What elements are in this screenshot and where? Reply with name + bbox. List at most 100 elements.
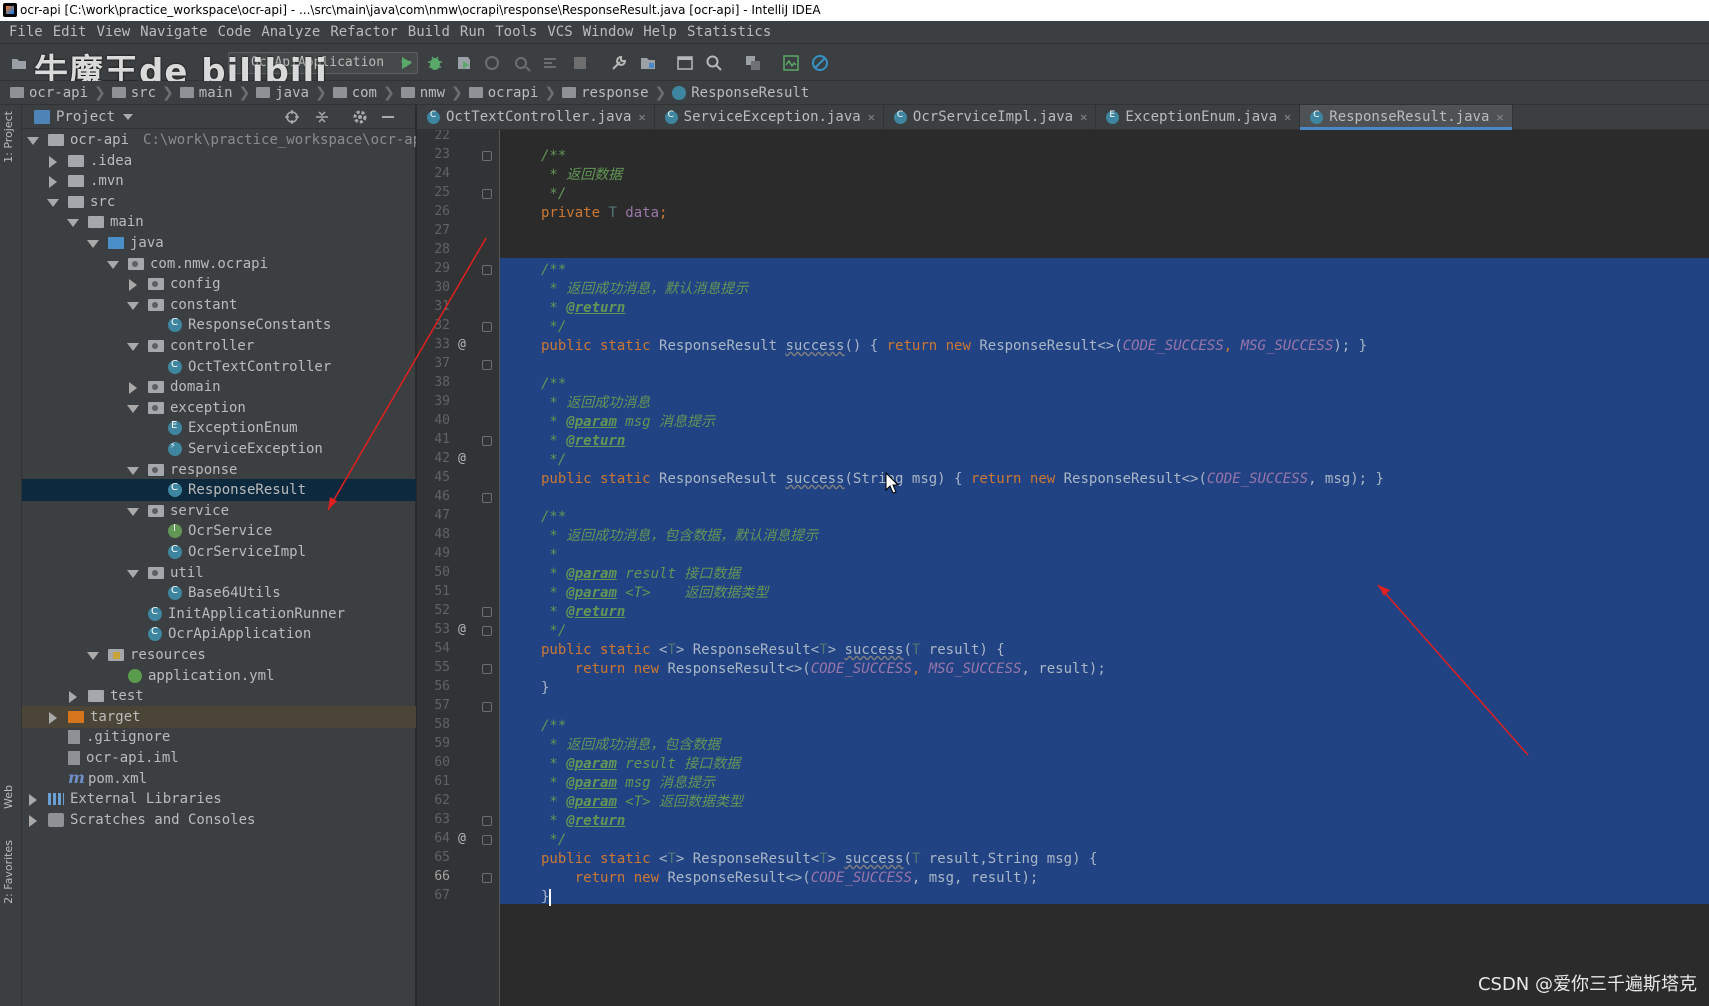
tree-item[interactable]: response [22,459,416,481]
tree-item[interactable]: OcrApiApplication [22,623,416,645]
tree-item[interactable]: OctTextController [22,356,416,378]
tree-item[interactable]: application.yml [22,665,416,687]
chevron-down-icon[interactable] [26,134,39,146]
tree-item[interactable]: resources [22,644,416,666]
close-icon[interactable]: ✕ [868,110,875,124]
code-editor[interactable]: 22 23 24 25 26 27 28 29 30 31 32 33 @37 38 39 40 41 42 @45… [417,130,1709,1006]
fold-marker-icon[interactable] [482,702,492,712]
fold-marker-icon[interactable] [482,493,492,503]
tree-item[interactable]: ServiceException [22,438,416,460]
chevron-right-icon[interactable] [46,711,58,724]
menu-view[interactable]: View [91,24,135,40]
chevron-right-icon[interactable] [26,814,38,827]
tree-item[interactable]: java [22,232,416,254]
close-icon[interactable]: ✕ [1080,110,1087,124]
override-marker-icon[interactable]: @ [458,622,466,637]
tree-item[interactable]: ExceptionEnum [22,417,416,439]
minimize-icon[interactable] [380,109,396,125]
stop-icon[interactable] [571,54,589,72]
breadcrumb-item[interactable]: main [179,85,233,101]
tree-item[interactable]: External Libraries [22,788,416,810]
tree-item[interactable]: exception [22,397,416,419]
chevron-down-icon[interactable] [126,567,139,579]
tree-item[interactable]: main [22,211,416,233]
breadcrumb-item[interactable]: response [562,85,649,101]
menu-navigate[interactable]: Navigate [135,24,212,40]
chevron-right-icon[interactable] [66,690,78,704]
tree-item[interactable]: src [22,191,416,213]
menu-vcs[interactable]: VCS [542,24,577,40]
profile-icon[interactable] [484,54,502,72]
breadcrumb-item[interactable]: nmw [400,85,445,101]
tree-item[interactable]: OcrServiceImpl [22,541,416,563]
fold-marker-icon[interactable] [482,189,492,199]
breadcrumb-item[interactable]: java [256,85,309,101]
terminal-icon[interactable] [676,54,694,72]
collapse-all-icon[interactable] [314,109,330,125]
chevron-down-icon[interactable] [123,113,134,120]
menu-code[interactable]: Code [213,24,257,40]
tree-item[interactable]: .mvn [22,170,416,192]
statistic-icon[interactable] [782,54,800,72]
fold-marker-icon[interactable] [482,835,492,845]
chevron-down-icon[interactable] [126,299,139,311]
fold-marker-icon[interactable] [482,322,492,332]
chevron-down-icon[interactable] [86,237,99,249]
tree-item[interactable]: pom.xml [22,768,416,790]
tree-item[interactable]: Scratches and Consoles [22,809,416,831]
chevron-right-icon[interactable] [46,175,58,189]
menu-file[interactable]: File [4,24,48,40]
tree-item[interactable]: com.nmw.ocrapi [22,253,416,275]
search-icon[interactable] [705,54,723,72]
menu-analyze[interactable]: Analyze [256,24,325,40]
chevron-right-icon[interactable] [126,381,138,395]
breadcrumb-item[interactable]: ResponseResult [672,85,809,101]
tree-item[interactable]: ResponseConstants [22,314,416,336]
tree-item[interactable]: ocr-api C:\work\practice_workspace\ocr-ap [22,129,416,151]
editor-tab[interactable]: ServiceException.java ✕ [655,105,884,129]
tree-item[interactable]: .gitignore [22,726,416,748]
tree-item[interactable]: ResponseResult [22,479,416,502]
fold-marker-icon[interactable] [482,873,492,883]
tree-item[interactable]: InitApplicationRunner [22,603,416,625]
chevron-right-icon[interactable] [26,793,38,807]
locate-target-icon[interactable] [284,109,300,125]
run-with-coverage-icon[interactable] [455,54,473,72]
build-icon[interactable] [542,54,560,72]
override-marker-icon[interactable]: @ [458,451,466,466]
project-structure-icon[interactable] [639,54,657,72]
power-save-icon[interactable] [811,54,829,72]
tree-item[interactable]: config [22,273,416,295]
editor-tab[interactable]: ResponseResult.java ✕ [1300,105,1513,130]
open-folder-icon[interactable] [10,54,28,72]
fold-marker-icon[interactable] [482,265,492,275]
tree-item[interactable]: util [22,562,416,584]
chevron-down-icon[interactable] [126,402,139,414]
tree-item[interactable]: ocr-api.iml [22,747,416,769]
menu-statistics[interactable]: Statistics [682,24,776,40]
override-marker-icon[interactable]: @ [458,831,466,846]
tree-item[interactable]: controller [22,335,416,357]
project-view-select[interactable]: Project [56,109,115,125]
editor-tab[interactable]: ExceptionEnum.java ✕ [1096,105,1301,129]
fold-marker-icon[interactable] [482,360,492,370]
menu-help[interactable]: Help [638,24,682,40]
close-icon[interactable]: ✕ [1284,110,1291,124]
tree-item[interactable]: target [22,705,416,728]
close-icon[interactable]: ✕ [638,110,645,124]
wrench-icon[interactable] [610,54,628,72]
gear-icon[interactable] [352,109,368,125]
fold-marker-icon[interactable] [482,816,492,826]
close-icon[interactable]: ✕ [1496,110,1503,124]
tree-item[interactable]: service [22,500,416,522]
menu-build[interactable]: Build [403,24,455,40]
fold-marker-icon[interactable] [482,436,492,446]
menu-window[interactable]: Window [578,24,639,40]
chevron-down-icon[interactable] [46,196,59,208]
tree-item[interactable]: constant [22,294,416,316]
chevron-right-icon[interactable] [46,155,58,168]
menu-edit[interactable]: Edit [48,24,92,40]
chevron-down-icon[interactable] [126,505,139,517]
breadcrumb-item[interactable]: ocrapi [468,85,538,101]
chevron-down-icon[interactable] [106,258,119,270]
